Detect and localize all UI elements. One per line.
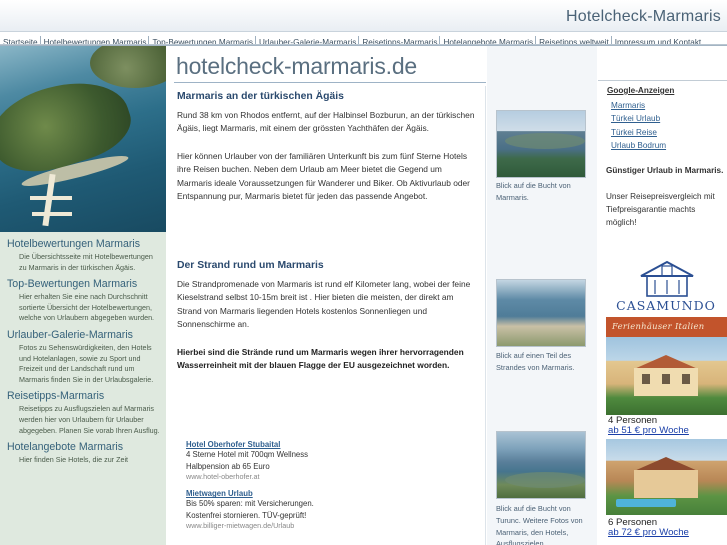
section-heading-strand: Der Strand rund um Marmaris [177,260,324,271]
ad-url[interactable]: www.hotel-oberhofer.at [186,472,386,481]
nav-urlauber-galerie[interactable]: Urlauber-Galerie-Marmaris [255,36,358,44]
leftnav-link-top-bewertungen[interactable]: Top-Bewertungen Marmaris [0,276,166,291]
photo-hill [505,133,585,149]
left-navigation: Hotelbewertungen Marmaris Die Übersichts… [0,236,166,469]
leftnav-link-urlauber-galerie[interactable]: Urlauber-Galerie-Marmaris [0,327,166,342]
paragraph-blue-flag: Hierbei sind die Strände rund um Marmari… [177,347,464,371]
villa-roof [634,355,698,369]
ad-title-mietwagen[interactable]: Mietwagen Urlaub [186,489,386,498]
ferienhaeuser-label: Ferienhäuser Italien [612,321,705,331]
nav-hotelbewertungen[interactable]: Hotelbewertungen Marmaris [39,36,149,44]
site-logo[interactable]: hotelcheck-marmaris.de [176,53,417,80]
photo-hill [505,472,585,488]
villa-window [662,374,670,384]
photo-caption: Blick auf die Bucht von Turunc. Weitere … [496,504,583,545]
casamundo-logo[interactable]: CASAMUNDO [605,258,725,314]
google-ads-heading[interactable]: Google-Anzeigen [607,86,674,95]
house-icon [640,260,694,297]
nav-reisetipps-marmaris[interactable]: Reisetipps-Marmaris [358,36,439,44]
logo-underline [174,82,486,83]
brand-title[interactable]: Hotelcheck-Marmaris [566,8,721,26]
photo-column: Blick auf die Bucht von Marmaris. Blick … [487,46,597,545]
photo-bay-marmaris[interactable] [496,110,586,178]
leftnav-link-hotelangebote[interactable]: Hotelangebote Marmaris [0,439,166,454]
villa-window [682,374,690,384]
ad-title-hotel-oberhofer[interactable]: Hotel Oberhofer Stubaital [186,440,386,449]
column-divider [485,86,486,545]
villa-pool [616,499,676,507]
main-content: hotelcheck-marmaris.de Marmaris an der t… [166,46,486,545]
top-navigation: Startseite Hotelbewertungen Marmaris Top-B… [0,32,727,45]
leftnav-desc: Die Übersichtsseite mit Hotelbewertungen… [19,252,153,272]
right-column: Google-Anzeigen Marmaris Türkei Urlaub T… [598,46,727,545]
ad-line: 4 Sterne Hotel mit 700qm Wellness [186,450,309,459]
nav-top-bewertungen[interactable]: Top-Bewertungen Marmaris [148,36,255,44]
nav-hotelangebote[interactable]: Hotelangebote Marmaris [439,36,535,44]
ad-line: Bis 50% sparen: mit Versicherungen. [186,499,314,509]
hero-pier-arm [32,212,72,216]
nav-impressum[interactable]: Impressum und Kontakt [610,36,703,44]
google-link-tuerkei-reise[interactable]: Türkei Reise [611,128,657,137]
nav-startseite[interactable]: Startseite [0,36,40,44]
leftnav-desc: Fotos zu Sehenswürdigkeiten, den Hotels … [19,342,154,384]
nav-reisetipps-weltweit[interactable]: Reisetipps weltweit [535,36,611,44]
photo-caption: Blick auf einen Teil des Strandes von Ma… [496,351,575,372]
offer-price-link[interactable]: ab 72 € pro Woche [608,527,689,538]
promo-title: Günstiger Urlaub in Marmaris. [606,166,724,175]
paragraph-accommodation: Hier können Urlauber von der familiären … [177,151,470,202]
ad-url[interactable]: www.billiger-mietwagen.de/Urlaub [186,521,386,530]
leftnav-link-hotelbewertungen[interactable]: Hotelbewertungen Marmaris [0,236,166,251]
ad-line: Kostenfrei stornieren. TÜV-geprüft! [186,510,307,520]
promo-text: Unser Reisepreisvergleich mit Tiefpreisg… [606,192,715,227]
leftnav-desc: Reisetipps zu Ausflugszielen auf Marmari… [19,404,160,435]
text-ads: Hotel Oberhofer Stubaital 4 Sterne Hotel… [186,436,386,530]
photo-caption: Blick auf die Bucht von Marmaris. [496,181,571,202]
villa-photo[interactable] [606,337,727,415]
google-link-marmaris[interactable]: Marmaris [611,101,645,110]
offer-price-link[interactable]: ab 51 € pro Woche [608,425,689,436]
google-link-urlaub-bodrum[interactable]: Urlaub Bodrum [611,141,666,150]
photo-bay-turunc[interactable] [496,431,586,499]
site-header: Hotelcheck-Marmaris [0,0,727,32]
hero-pier-arm [30,196,72,200]
right-column-rule [598,80,727,81]
section-heading-marmaris: Marmaris an der türkischen Ägäis [177,91,344,102]
villa-window [642,374,650,384]
leftnav-link-reisetipps[interactable]: Reisetipps-Marmaris [0,388,166,403]
paragraph-intro: Rund 38 km von Rhodos entfernt, auf der … [177,110,475,134]
paragraph-beach: Die Strandpromenade von Marmaris ist run… [177,279,471,330]
ferienhaeuser-banner[interactable]: Ferienhäuser Italien [606,317,727,337]
villa-wall [634,470,698,498]
google-link-tuerkei-urlaub[interactable]: Türkei Urlaub [611,114,660,123]
leftnav-desc: Hier finden Sie Hotels, die zur Zeit [19,455,129,465]
villa-photo[interactable] [606,439,727,515]
hero-hill [90,46,166,88]
left-column: Hotelbewertungen Marmaris Die Übersichts… [0,46,166,545]
casamundo-wordmark: CASAMUNDO [616,298,716,313]
photo-beach-marmaris[interactable] [496,279,586,347]
hero-aerial-photo [0,46,166,232]
villa-roof [634,457,698,471]
ad-line: Halbpension ab 65 Euro [186,461,270,471]
leftnav-desc: Hier erhalten Sie eine nach Durchschnitt… [19,292,155,323]
